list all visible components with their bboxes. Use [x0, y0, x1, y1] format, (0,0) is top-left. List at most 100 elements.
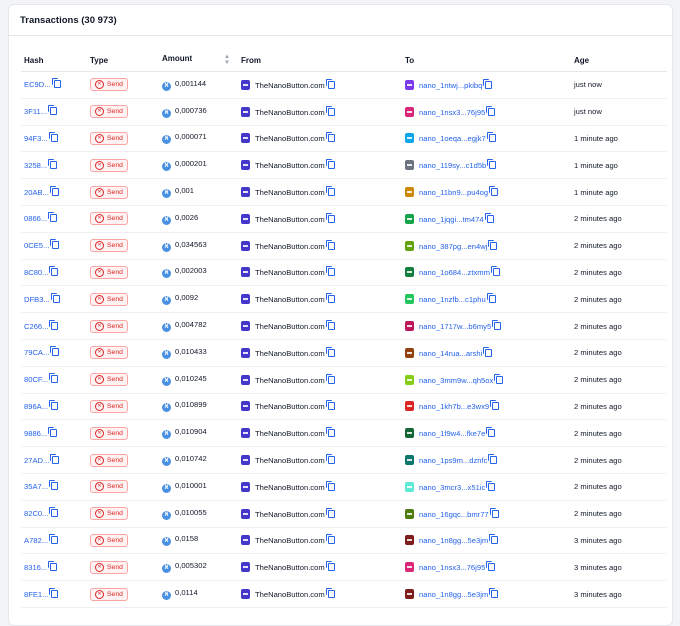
copy-icon[interactable]: [49, 587, 59, 598]
from-account[interactable]: TheNanoButton.com: [255, 108, 325, 117]
column-amount[interactable]: Amount ▲ ▼: [159, 49, 238, 72]
copy-icon[interactable]: [49, 533, 59, 544]
from-account[interactable]: TheNanoButton.com: [255, 563, 325, 572]
from-account[interactable]: TheNanoButton.com: [255, 242, 325, 251]
copy-icon[interactable]: [325, 507, 335, 518]
copy-icon[interactable]: [325, 78, 335, 89]
to-account-link[interactable]: nano_3mm9w...qh5ox: [419, 376, 493, 385]
to-account-link[interactable]: nano_119sy...c1d5b: [419, 161, 486, 170]
table-row[interactable]: 3258... ✕ Send Ӿ 0,000201 TheNanoButton.co…: [21, 151, 667, 180]
table-row[interactable]: DFB3... ✕ Send Ӿ 0,0092 TheNanoButton.com …: [21, 285, 667, 314]
from-account[interactable]: TheNanoButton.com: [255, 134, 325, 143]
hash-link[interactable]: A782...: [24, 536, 48, 545]
from-account[interactable]: TheNanoButton.com: [255, 322, 325, 331]
to-account-link[interactable]: nano_3mcr3...x51ic: [419, 483, 485, 492]
from-account[interactable]: TheNanoButton.com: [255, 590, 325, 599]
table-row[interactable]: C266... ✕ Send Ӿ 0,004782 TheNanoButton.co…: [21, 312, 667, 340]
column-hash[interactable]: Hash: [21, 49, 87, 72]
table-row[interactable]: 8FE1... ✕ Send Ӿ 0,0114 TheNanoButton.com …: [21, 580, 667, 608]
from-account[interactable]: TheNanoButton.com: [255, 161, 325, 170]
to-account-link[interactable]: nano_387pg...en4wj: [419, 242, 487, 251]
copy-icon[interactable]: [494, 373, 504, 384]
copy-icon[interactable]: [483, 78, 493, 89]
copy-icon[interactable]: [487, 159, 497, 170]
copy-icon[interactable]: [486, 105, 496, 116]
column-type[interactable]: Type: [87, 49, 159, 72]
copy-icon[interactable]: [51, 78, 61, 89]
copy-icon[interactable]: [325, 373, 335, 384]
column-age[interactable]: Age: [571, 49, 667, 72]
hash-link[interactable]: 94F3...: [24, 134, 48, 143]
to-account-link[interactable]: nano_1f9w4...fke7e: [419, 429, 485, 438]
hash-link[interactable]: 3F11...: [24, 107, 47, 116]
copy-icon[interactable]: [486, 427, 496, 438]
hash-link[interactable]: 20AB...: [24, 188, 49, 197]
copy-icon[interactable]: [325, 320, 335, 331]
copy-icon[interactable]: [49, 480, 59, 491]
to-account-link[interactable]: nano_1ntwj...pkibq: [419, 81, 482, 90]
copy-icon[interactable]: [489, 534, 499, 545]
hash-link[interactable]: C266...: [24, 322, 48, 331]
copy-icon[interactable]: [488, 239, 498, 250]
copy-icon[interactable]: [488, 454, 498, 465]
copy-icon[interactable]: [325, 212, 335, 223]
to-account-link[interactable]: nano_14rua...arshi: [419, 349, 482, 358]
hash-link[interactable]: 8C80...: [24, 268, 48, 277]
from-account[interactable]: TheNanoButton.com: [255, 376, 325, 385]
copy-icon[interactable]: [48, 212, 58, 223]
column-from[interactable]: From: [238, 49, 402, 72]
to-account-link[interactable]: nano_11bn9...pu4og: [419, 188, 488, 197]
from-account[interactable]: TheNanoButton.com: [255, 349, 325, 358]
from-account[interactable]: TheNanoButton.com: [255, 429, 325, 438]
copy-icon[interactable]: [483, 346, 493, 357]
hash-link[interactable]: 0CE5...: [24, 241, 49, 250]
hash-link[interactable]: 9886...: [24, 429, 47, 438]
copy-icon[interactable]: [48, 426, 58, 437]
copy-icon[interactable]: [486, 293, 496, 304]
table-row[interactable]: 9886... ✕ Send Ӿ 0,010904 TheNanoButton.co…: [21, 419, 667, 448]
to-account-link[interactable]: nano_1nzfb...c1phu: [419, 295, 486, 304]
to-account-link[interactable]: nano_16gqc...bmr77: [419, 510, 489, 519]
copy-icon[interactable]: [325, 561, 335, 572]
from-account[interactable]: TheNanoButton.com: [255, 215, 325, 224]
from-account[interactable]: TheNanoButton.com: [255, 402, 325, 411]
table-row[interactable]: 94F3... ✕ Send Ӿ 0,000071 TheNanoButton.co…: [21, 125, 667, 153]
copy-icon[interactable]: [49, 507, 59, 518]
from-account[interactable]: TheNanoButton.com: [255, 81, 325, 90]
copy-icon[interactable]: [486, 561, 496, 572]
copy-icon[interactable]: [484, 212, 494, 223]
table-row[interactable]: 80CF... ✕ Send Ӿ 0,010245 TheNanoButton.co…: [21, 366, 667, 394]
copy-icon[interactable]: [50, 292, 60, 303]
hash-link[interactable]: 80CF...: [24, 375, 48, 384]
copy-icon[interactable]: [325, 346, 335, 357]
copy-icon[interactable]: [492, 320, 502, 331]
table-row[interactable]: 8C80... ✕ Send Ӿ 0,002003 TheNanoButton.co…: [21, 259, 667, 287]
copy-icon[interactable]: [489, 507, 499, 518]
column-to[interactable]: To: [402, 49, 571, 72]
copy-icon[interactable]: [325, 105, 335, 116]
table-row[interactable]: 20AB... ✕ Send Ӿ 0,001 TheNanoButton.com n…: [21, 178, 667, 206]
copy-icon[interactable]: [325, 186, 335, 197]
copy-icon[interactable]: [325, 588, 335, 599]
copy-icon[interactable]: [325, 427, 335, 438]
to-account-link[interactable]: nano_1n8gg...5e3jm: [419, 590, 488, 599]
from-account[interactable]: TheNanoButton.com: [255, 295, 325, 304]
to-account-link[interactable]: nano_1o684...ztxmm: [419, 268, 490, 277]
from-account[interactable]: TheNanoButton.com: [255, 188, 325, 197]
table-row[interactable]: 896A... ✕ Send Ӿ 0,010899 TheNanoButton.co…: [21, 393, 667, 421]
from-account[interactable]: TheNanoButton.com: [255, 268, 325, 277]
copy-icon[interactable]: [49, 319, 59, 330]
copy-icon[interactable]: [49, 185, 59, 196]
copy-icon[interactable]: [486, 480, 496, 491]
table-row[interactable]: 79CA... ✕ Send Ӿ 0,010433 TheNanoButton.co…: [21, 339, 667, 367]
copy-icon[interactable]: [325, 266, 335, 277]
to-account-link[interactable]: nano_1kh7b...e3wx9: [419, 402, 489, 411]
copy-icon[interactable]: [50, 346, 60, 357]
hash-link[interactable]: 3258...: [24, 161, 47, 170]
table-row[interactable]: A782... ✕ Send Ӿ 0,0158 TheNanoButton.com …: [21, 527, 667, 555]
hash-link[interactable]: DFB3...: [24, 295, 50, 304]
copy-icon[interactable]: [325, 480, 335, 491]
to-account-link[interactable]: nano_1n8gg...5e3jm: [419, 536, 488, 545]
hash-link[interactable]: 8FE1...: [24, 590, 48, 599]
from-account[interactable]: TheNanoButton.com: [255, 536, 325, 545]
